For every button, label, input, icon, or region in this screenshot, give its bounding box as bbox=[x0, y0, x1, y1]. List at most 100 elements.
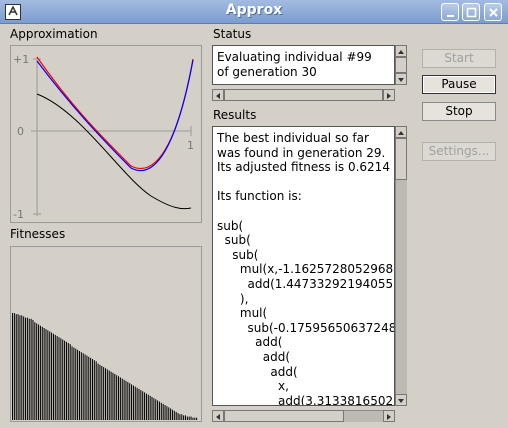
fitness-bar bbox=[160, 402, 162, 420]
fitness-bar bbox=[125, 380, 127, 420]
fitness-bar bbox=[110, 371, 112, 420]
fitness-bar bbox=[132, 385, 134, 420]
approximation-plot: +1 0 -1 1 bbox=[10, 45, 202, 223]
scroll-down-arrow[interactable] bbox=[395, 73, 407, 85]
fitness-bar bbox=[142, 391, 144, 420]
fitness-bar bbox=[52, 333, 54, 420]
fitness-bar bbox=[164, 405, 166, 420]
fitness-bar bbox=[67, 342, 69, 420]
title-bar[interactable]: Approx bbox=[0, 0, 508, 24]
results-textarea[interactable]: The best individual so far was found in g… bbox=[212, 126, 395, 406]
fitness-bar bbox=[147, 394, 149, 420]
fitness-bar bbox=[65, 341, 67, 420]
fitness-bar bbox=[136, 387, 138, 420]
x-tick-label-right: 1 bbox=[187, 139, 194, 152]
fitness-bar bbox=[91, 359, 93, 420]
triangle-left-icon bbox=[216, 93, 220, 99]
status-hscrollbar[interactable] bbox=[212, 89, 395, 101]
fitness-bar bbox=[97, 363, 99, 420]
best-curve bbox=[36, 59, 194, 171]
fitness-bar bbox=[86, 355, 88, 420]
fitness-bar bbox=[194, 417, 196, 420]
fitness-bar bbox=[19, 315, 21, 420]
triangle-up-icon bbox=[398, 131, 404, 135]
fitness-bar bbox=[168, 407, 170, 420]
fitness-bar bbox=[170, 408, 172, 420]
fitness-bar bbox=[49, 331, 51, 420]
y-tick-label-bottom: -1 bbox=[13, 208, 24, 221]
scroll-up-arrow[interactable] bbox=[395, 126, 407, 138]
triangle-up-icon bbox=[398, 50, 404, 54]
scroll-thumb[interactable] bbox=[224, 89, 383, 101]
fitness-bar bbox=[118, 376, 120, 420]
results-line: was found in generation 29. bbox=[217, 145, 386, 160]
results-vscrollbar[interactable] bbox=[395, 126, 407, 406]
results-line: sub( bbox=[217, 233, 251, 248]
approximation-label: Approximation bbox=[10, 27, 98, 41]
fitness-bar bbox=[114, 374, 116, 420]
fitness-bar bbox=[149, 395, 151, 420]
scroll-thumb[interactable] bbox=[395, 57, 407, 73]
fitness-bar bbox=[36, 323, 38, 420]
fitness-bar bbox=[131, 384, 133, 420]
fitness-bar bbox=[95, 361, 97, 420]
fitness-bar bbox=[15, 314, 17, 420]
fitness-bar bbox=[183, 415, 185, 420]
fitness-bar bbox=[151, 397, 153, 420]
fitness-bar bbox=[145, 393, 147, 420]
scroll-up-arrow[interactable] bbox=[395, 45, 407, 57]
results-line: Its function is: bbox=[217, 189, 302, 204]
fitness-bar bbox=[43, 328, 45, 420]
fitness-bar bbox=[157, 400, 159, 420]
y-tick-label-top: +1 bbox=[13, 53, 29, 66]
fitness-bar bbox=[21, 315, 23, 420]
fitness-bar bbox=[158, 401, 160, 420]
results-hscrollbar[interactable] bbox=[212, 410, 395, 422]
settings-button[interactable]: Settings... bbox=[422, 142, 496, 161]
scroll-down-arrow[interactable] bbox=[395, 394, 407, 406]
status-vscrollbar[interactable] bbox=[395, 45, 407, 85]
maximize-button[interactable] bbox=[462, 3, 480, 21]
fitness-bar bbox=[179, 414, 181, 420]
fitness-bar bbox=[138, 388, 140, 420]
fitness-bar bbox=[173, 410, 175, 420]
fitness-bar bbox=[127, 382, 129, 420]
scroll-thumb[interactable] bbox=[224, 410, 344, 422]
triangle-down-icon bbox=[398, 399, 404, 403]
fitness-bar bbox=[78, 351, 80, 420]
fitness-bar bbox=[123, 379, 125, 420]
scroll-left-arrow[interactable] bbox=[212, 89, 224, 101]
fitness-bar bbox=[60, 338, 62, 420]
triangle-right-icon bbox=[387, 414, 391, 420]
fitness-bar bbox=[93, 360, 95, 420]
scroll-right-arrow[interactable] bbox=[383, 410, 395, 422]
fitness-bar bbox=[28, 318, 30, 420]
fitness-bar bbox=[82, 353, 84, 420]
fitness-bar bbox=[140, 390, 142, 420]
triangle-down-icon bbox=[398, 78, 404, 82]
fitness-bar bbox=[134, 386, 136, 420]
fitness-bar bbox=[77, 349, 79, 420]
fitness-bar bbox=[186, 416, 188, 420]
fitness-bar bbox=[71, 346, 73, 420]
fitness-bar bbox=[112, 372, 114, 420]
fitness-bar bbox=[75, 348, 77, 420]
scroll-right-arrow[interactable] bbox=[383, 89, 395, 101]
fitness-bar bbox=[105, 368, 107, 420]
fitness-bar bbox=[155, 399, 157, 420]
results-line: add( bbox=[217, 364, 298, 379]
results-line: mul( bbox=[217, 306, 268, 321]
stop-button[interactable]: Stop bbox=[422, 102, 496, 121]
fitness-bar bbox=[38, 324, 40, 420]
close-button[interactable] bbox=[484, 3, 502, 21]
fitness-bar bbox=[90, 357, 92, 420]
fitness-bar bbox=[192, 417, 194, 420]
start-button[interactable]: Start bbox=[422, 49, 496, 68]
scroll-thumb[interactable] bbox=[395, 138, 407, 180]
scroll-left-arrow[interactable] bbox=[212, 410, 224, 422]
triangle-right-icon bbox=[387, 93, 391, 99]
status-textarea[interactable]: Evaluating individual #99 of generation … bbox=[212, 45, 395, 85]
pause-button[interactable]: Pause bbox=[422, 75, 496, 94]
minimize-button[interactable] bbox=[441, 3, 459, 21]
fitness-bar bbox=[181, 414, 183, 420]
